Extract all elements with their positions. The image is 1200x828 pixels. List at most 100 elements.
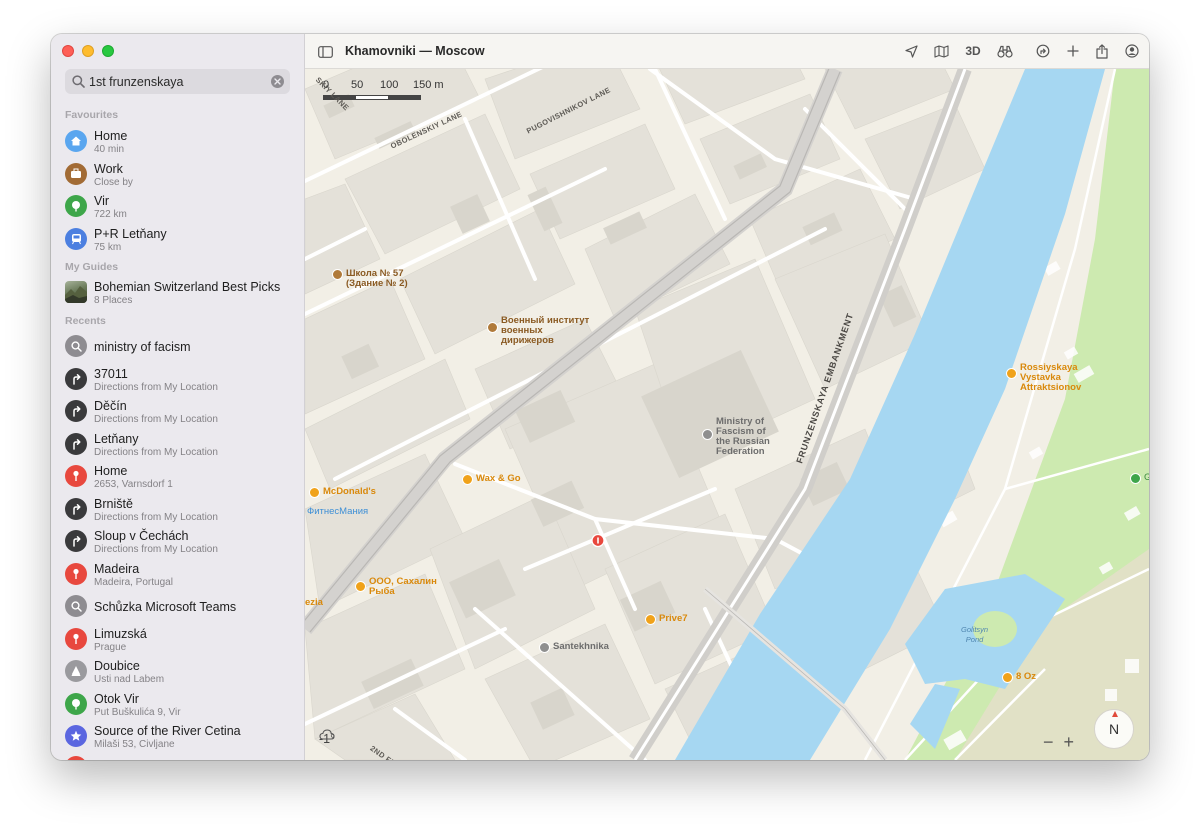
list-item[interactable]: Home 40 min bbox=[63, 127, 293, 157]
poi-label: ФитнесМания bbox=[307, 506, 369, 517]
shop-icon bbox=[462, 474, 473, 485]
list-item[interactable]: Brniště Directions from My Location bbox=[63, 495, 293, 525]
list-item[interactable]: Děčín Directions from My Location bbox=[63, 397, 293, 427]
3d-button[interactable]: 3D bbox=[961, 42, 985, 60]
shop-icon bbox=[355, 581, 366, 592]
list-item[interactable]: Limuzská Prague bbox=[63, 625, 293, 655]
poi-label: Santekhnika bbox=[553, 641, 609, 652]
school-icon bbox=[332, 269, 343, 280]
item-subtitle: 2653, Varnsdorf 1 bbox=[94, 479, 173, 490]
poi-label: Federation bbox=[716, 446, 765, 457]
maps-window: Favourites Home40 minWorkClose byVir722 … bbox=[51, 34, 1149, 760]
item-subtitle: 75 km bbox=[94, 241, 122, 253]
route-icon bbox=[1036, 44, 1050, 58]
list-item[interactable]: Work Close by bbox=[63, 160, 293, 190]
list-item[interactable]: Doubice Usti nad Labem bbox=[63, 657, 293, 687]
map-mode-button[interactable] bbox=[931, 42, 951, 60]
poi-label: ezia bbox=[305, 597, 323, 608]
item-subtitle: Directions from My Location bbox=[94, 446, 218, 458]
item-subtitle: Directions from My Location bbox=[94, 511, 218, 523]
item-subtitle: Milaši 53, Civljane bbox=[94, 739, 175, 750]
weather-badge[interactable]: -1° bbox=[319, 729, 335, 749]
item-subtitle: Madeira, Portugal bbox=[94, 576, 173, 588]
map-canvas[interactable] bbox=[305, 69, 1149, 760]
dropped-pin-icon[interactable] bbox=[591, 534, 605, 550]
poi-label: G bbox=[1144, 472, 1149, 483]
list-item[interactable]: Source of the River Cetina Milaši 53, Civ… bbox=[63, 722, 293, 752]
briefcase-icon bbox=[65, 162, 87, 185]
shop-icon bbox=[645, 614, 656, 625]
list-item-partial[interactable] bbox=[63, 753, 293, 760]
poi-label: Golitsyn bbox=[961, 625, 989, 634]
zoom-in-button[interactable]: + bbox=[1064, 732, 1075, 753]
list-item[interactable]: Otok Vir Put Buškulića 9, Vir bbox=[63, 690, 293, 720]
poi-label: McDonald's bbox=[323, 486, 376, 497]
guide-subtitle: 8 Places bbox=[94, 295, 133, 306]
landmark-icon bbox=[702, 429, 713, 440]
toolbar: Khamovniki — Moscow 3D bbox=[305, 34, 1149, 69]
item-title: Home bbox=[94, 129, 128, 143]
transit-icon bbox=[65, 227, 87, 250]
clear-search-icon[interactable] bbox=[271, 75, 284, 88]
list-item[interactable]: P+R Letňany 75 km bbox=[63, 225, 293, 255]
poi-golitsyn-pond[interactable]: Golitsyn Pond bbox=[961, 625, 988, 645]
poi-label: Wax & Go bbox=[476, 473, 521, 484]
sidebar-toggle-icon[interactable] bbox=[318, 45, 333, 63]
poi-label: Рыба bbox=[369, 586, 395, 597]
list-item[interactable]: Madeira Madeira, Portugal bbox=[63, 560, 293, 590]
item-title: Doubice bbox=[94, 659, 140, 673]
item-subtitle: Directions from My Location bbox=[94, 544, 218, 555]
item-title: P+R Letňany bbox=[94, 226, 167, 241]
directions-button[interactable] bbox=[1033, 42, 1053, 60]
directions-icon bbox=[65, 400, 87, 422]
account-button[interactable] bbox=[1122, 42, 1142, 60]
tree-icon bbox=[65, 692, 87, 715]
item-title: Otok Vir bbox=[94, 691, 139, 706]
item-title: Schůzka Microsoft Teams bbox=[94, 600, 237, 614]
list-item[interactable]: Letňany Directions from My Location bbox=[63, 430, 293, 460]
poi-label: Prive7 bbox=[659, 613, 688, 624]
list-item[interactable]: Sloup v Čechách Directions from My Locati… bbox=[63, 527, 293, 557]
item-subtitle: Put Buškulića 9, Vir bbox=[94, 706, 181, 718]
item-title: Vir bbox=[94, 194, 110, 208]
look-around-button[interactable] bbox=[995, 42, 1015, 60]
zoom-controls: − + bbox=[1043, 732, 1074, 753]
search-icon bbox=[65, 595, 87, 617]
current-location-button[interactable] bbox=[901, 42, 921, 60]
item-subtitle: 40 min bbox=[94, 144, 125, 155]
map-view[interactable]: 0 50 100 150 m OBOLENSKIY LANE PUGOVISHN… bbox=[305, 69, 1149, 760]
close-window-button[interactable] bbox=[62, 45, 74, 57]
list-item[interactable]: Schůzka Microsoft Teams bbox=[63, 592, 293, 622]
compass-button[interactable]: N bbox=[1094, 709, 1134, 749]
item-title: Limuzská bbox=[94, 626, 147, 641]
school-icon bbox=[487, 322, 498, 333]
star-icon bbox=[65, 725, 87, 747]
plus-icon bbox=[1067, 45, 1079, 57]
item-subtitle: Usti nad Labem bbox=[94, 674, 165, 685]
attraction-icon bbox=[1006, 368, 1017, 379]
search-field[interactable] bbox=[65, 69, 290, 94]
add-button[interactable] bbox=[1063, 42, 1083, 60]
directions-icon bbox=[65, 367, 87, 390]
search-input[interactable] bbox=[89, 72, 264, 91]
list-item[interactable]: ministry of facism bbox=[63, 332, 293, 362]
item-title: Work bbox=[94, 161, 123, 176]
guide-item[interactable]: Bohemian Switzerland Best Picks 8 Places bbox=[63, 278, 293, 308]
scale-label-150: 150 m bbox=[413, 79, 444, 91]
list-item[interactable]: Vir 722 km bbox=[63, 192, 293, 222]
house-icon bbox=[65, 130, 87, 152]
item-title: Děčín bbox=[94, 399, 127, 413]
item-subtitle: Prague bbox=[94, 641, 127, 653]
share-button[interactable] bbox=[1092, 42, 1112, 60]
zoom-window-button[interactable] bbox=[102, 45, 114, 57]
recents-header: Recents bbox=[65, 315, 106, 327]
minimize-window-button[interactable] bbox=[82, 45, 94, 57]
directions-icon bbox=[65, 497, 87, 520]
item-subtitle: Directions from My Location bbox=[94, 381, 218, 393]
list-item[interactable]: 37011 Directions from My Location bbox=[63, 365, 293, 395]
list-item[interactable]: Home 2653, Varnsdorf 1 bbox=[63, 462, 293, 492]
pin-icon bbox=[65, 465, 87, 487]
item-title: Home bbox=[94, 464, 128, 478]
tree-icon bbox=[1130, 473, 1141, 484]
zoom-out-button[interactable]: − bbox=[1043, 732, 1054, 753]
